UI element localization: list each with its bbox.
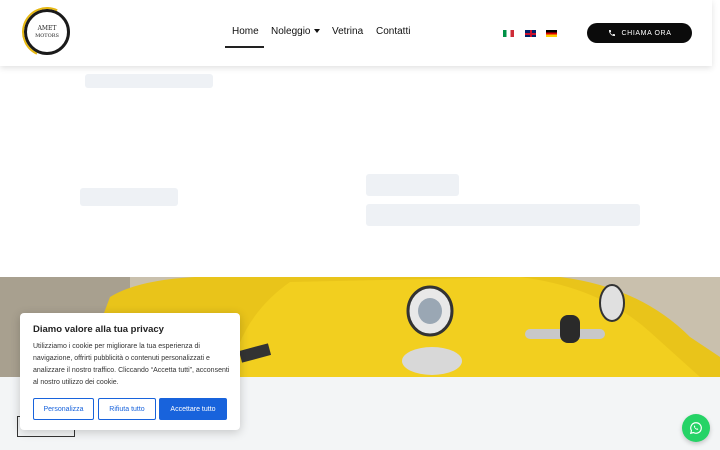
cookie-consent-banner: Diamo valore alla tua privacy Utilizziam… (20, 313, 240, 430)
faded-heading (85, 74, 213, 88)
reject-all-button[interactable]: Rifiuta tutto (98, 398, 156, 420)
cookie-title: Diamo valore alla tua privacy (33, 324, 164, 335)
site-header: AMET MOTORS Home Noleggio Vetrina Contat… (0, 0, 712, 66)
faded-input (366, 174, 459, 196)
whatsapp-icon (689, 422, 702, 435)
nav-contatti[interactable]: Contatti (376, 26, 410, 37)
logo-text: AMET (37, 25, 57, 32)
logo-subtext: MOTORS (35, 33, 59, 39)
brand-logo[interactable]: AMET MOTORS (24, 9, 70, 55)
whatsapp-button[interactable] (682, 414, 710, 442)
call-now-button[interactable]: CHIAMA ORA (587, 23, 692, 43)
flag-italy-icon[interactable] (503, 30, 514, 37)
accept-all-button[interactable]: Accettare tutto (159, 398, 227, 420)
nav-noleggio[interactable]: Noleggio (271, 26, 321, 37)
active-nav-indicator (225, 46, 264, 48)
nav-noleggio-label: Noleggio (271, 26, 311, 37)
flag-germany-icon[interactable] (546, 30, 557, 37)
faded-button (80, 188, 178, 206)
customize-button[interactable]: Personalizza (33, 398, 94, 420)
faded-form-bar (366, 204, 640, 226)
nav-home[interactable]: Home (232, 26, 259, 37)
nav-vetrina[interactable]: Vetrina (332, 26, 363, 37)
call-now-label: CHIAMA ORA (621, 29, 672, 37)
phone-icon (608, 30, 615, 36)
flag-uk-icon[interactable] (525, 30, 536, 37)
caret-down-icon (314, 29, 321, 34)
page-content-faded (0, 66, 720, 277)
cookie-description: Utilizziamo i cookie per migliorare la t… (33, 343, 230, 386)
